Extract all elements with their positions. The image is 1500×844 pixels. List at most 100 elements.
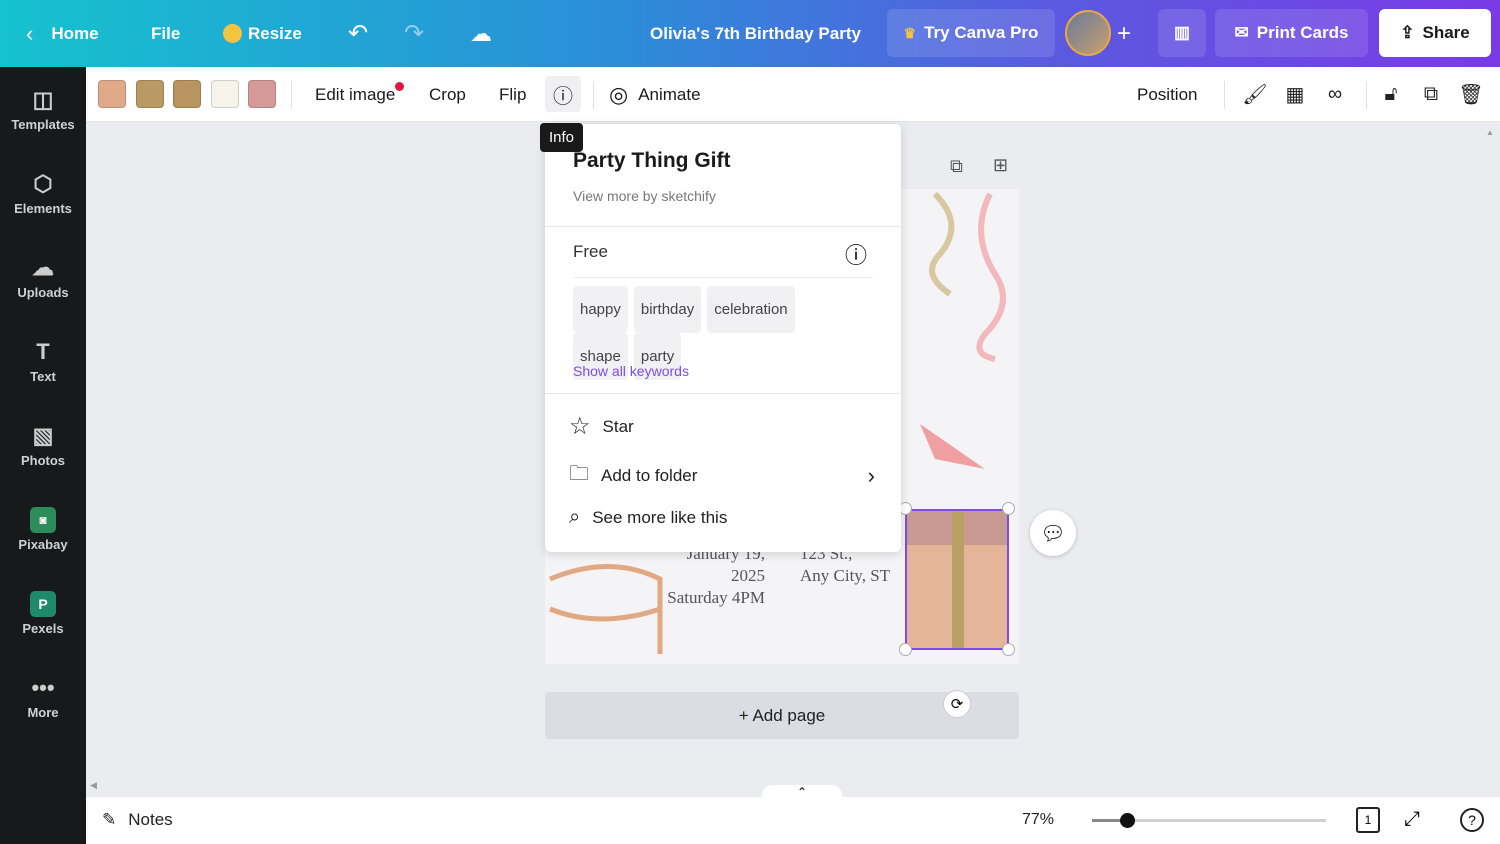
resize-handle[interactable] bbox=[1002, 643, 1015, 656]
show-all-keywords-link[interactable]: Show all keywords bbox=[573, 363, 689, 379]
try-pro-button[interactable]: ♛ Try Canva Pro bbox=[887, 9, 1055, 57]
sidebar-item-photos[interactable]: ▧ Photos bbox=[0, 423, 86, 468]
label: Uploads bbox=[17, 285, 69, 300]
label: Text bbox=[30, 369, 56, 384]
share-button[interactable]: ⇪ Share bbox=[1379, 9, 1491, 57]
info-tooltip: Info bbox=[540, 123, 584, 152]
label: Elements bbox=[14, 201, 72, 216]
share-label: Share bbox=[1422, 23, 1470, 42]
edit-image-label: Edit image bbox=[315, 84, 396, 104]
link-icon[interactable]: ∞ bbox=[1322, 81, 1348, 107]
sidebar-item-more[interactable]: ••• More bbox=[0, 675, 86, 720]
divider bbox=[545, 393, 901, 394]
edit-image-button[interactable]: Edit image bbox=[315, 67, 405, 122]
templates-icon: ◫ bbox=[32, 87, 54, 112]
animate-button[interactable]: ◎ Animate bbox=[609, 67, 701, 122]
label: Photos bbox=[20, 453, 66, 468]
creator-link[interactable]: View more by sketchify bbox=[573, 188, 716, 204]
keyword-tag[interactable]: birthday bbox=[633, 286, 702, 333]
unlock-icon[interactable]: 🔓︎ bbox=[1378, 81, 1404, 107]
color-swatch[interactable] bbox=[211, 80, 239, 108]
time-line: Saturday 4PM bbox=[667, 588, 765, 607]
print-cards-button[interactable]: ✉ Print Cards bbox=[1215, 9, 1368, 57]
print-label: Print Cards bbox=[1256, 23, 1349, 42]
trash-icon[interactable]: 🗑︎ bbox=[1458, 81, 1484, 107]
help-icon[interactable]: ? bbox=[1460, 808, 1484, 832]
label: Pixabay bbox=[18, 537, 68, 552]
divider bbox=[291, 81, 292, 109]
cake bbox=[549, 564, 663, 654]
animate-icon: ◎ bbox=[609, 81, 629, 107]
animate-label: Animate bbox=[638, 84, 701, 104]
zoom-slider-handle[interactable] bbox=[1120, 813, 1136, 828]
comment-button[interactable]: 💬︎ bbox=[1030, 510, 1076, 556]
keyword-tag[interactable]: celebration bbox=[707, 286, 795, 333]
notes-icon: ✎ bbox=[102, 810, 117, 829]
crop-button[interactable]: Crop bbox=[429, 67, 466, 122]
divider bbox=[573, 277, 873, 278]
label: Templates bbox=[11, 117, 75, 132]
try-pro-label: Try Canva Pro bbox=[924, 23, 1039, 42]
position-button[interactable]: Position bbox=[1137, 67, 1197, 122]
event-date[interactable]: January 19, 2025 Saturday 4PM bbox=[650, 543, 765, 609]
see-more-like-this-menu-item[interactable]: ⌕ See more like this bbox=[569, 506, 727, 529]
file-menu[interactable]: File bbox=[151, 0, 180, 67]
document-title[interactable]: Olivia's 7th Birthday Party bbox=[650, 0, 861, 67]
resize-handle[interactable] bbox=[899, 643, 912, 656]
text-icon: T bbox=[36, 339, 50, 364]
home-button[interactable]: ‹ Home bbox=[26, 0, 99, 67]
color-swatch[interactable] bbox=[173, 80, 201, 108]
sidebar: ◫ Templates ⬡ Elements ☁ Uploads T Text ▧ Pho… bbox=[0, 67, 86, 844]
elements-icon: ⬡ bbox=[33, 171, 53, 196]
color-swatch[interactable] bbox=[248, 80, 276, 108]
photos-icon: ▧ bbox=[32, 423, 54, 448]
sidebar-item-uploads[interactable]: ☁ Uploads bbox=[0, 255, 86, 300]
upload-cloud-icon: ☁ bbox=[32, 255, 54, 280]
search-icon: ⌕ bbox=[569, 506, 581, 528]
asset-title: Party Thing Gift bbox=[573, 149, 731, 172]
divider bbox=[1224, 81, 1225, 109]
label: Pexels bbox=[22, 621, 64, 636]
vertical-scrollbar[interactable]: ▲ bbox=[1486, 128, 1496, 773]
gift-box-element[interactable] bbox=[905, 509, 1009, 650]
zoom-slider[interactable] bbox=[1092, 813, 1326, 828]
show-pages-chevron[interactable]: ⌃ bbox=[762, 785, 842, 801]
star-menu-item[interactable]: ☆ Star bbox=[569, 412, 634, 441]
notes-button[interactable]: ✎ Notes bbox=[102, 810, 173, 830]
page-duplicate-icon[interactable]: ⧉ bbox=[950, 156, 963, 177]
chevron-left-icon: ‹ bbox=[26, 20, 34, 46]
fullscreen-icon[interactable]: ⤢ bbox=[1404, 808, 1420, 831]
sidebar-item-elements[interactable]: ⬡ Elements bbox=[0, 171, 86, 216]
label: More bbox=[27, 705, 59, 720]
zoom-percentage[interactable]: 77% bbox=[1022, 811, 1054, 829]
add-collaborator-icon[interactable]: + bbox=[1117, 0, 1131, 67]
flip-button[interactable]: Flip bbox=[499, 67, 526, 122]
resize-handle[interactable] bbox=[1002, 502, 1015, 515]
sidebar-item-templates[interactable]: ◫ Templates bbox=[0, 87, 86, 132]
page-add-icon[interactable]: ⊞ bbox=[993, 155, 1008, 176]
keyword-tag[interactable]: happy bbox=[573, 286, 628, 333]
insights-icon[interactable]: ▥ bbox=[1158, 9, 1206, 57]
license-info-icon[interactable]: ⓘ bbox=[845, 238, 867, 270]
color-swatch[interactable] bbox=[98, 80, 126, 108]
menu-label: Add to folder bbox=[601, 466, 698, 485]
more-icon: ••• bbox=[31, 675, 55, 700]
paint-roller-icon[interactable]: 🖌 bbox=[1242, 81, 1268, 107]
sidebar-item-pexels[interactable]: P Pexels bbox=[0, 591, 86, 636]
refresh-icon[interactable]: ⟳ bbox=[943, 690, 971, 718]
duplicate-icon[interactable]: ⧉ bbox=[1418, 81, 1444, 107]
transparency-icon[interactable]: ▦ bbox=[1282, 81, 1308, 107]
resize-button[interactable]: Resize bbox=[223, 0, 302, 67]
avatar[interactable] bbox=[1065, 10, 1111, 56]
cloud-saved-icon[interactable]: ☁ bbox=[470, 0, 492, 67]
redo-icon[interactable]: ↷ bbox=[404, 0, 424, 67]
sidebar-item-text[interactable]: T Text bbox=[0, 339, 86, 384]
info-icon[interactable]: ⓘ bbox=[545, 76, 581, 112]
add-to-folder-menu-item[interactable]: 🗀 Add to folder › bbox=[569, 459, 875, 493]
info-popover: Party Thing Gift View more by sketchify … bbox=[545, 124, 901, 552]
color-swatch[interactable] bbox=[136, 80, 164, 108]
undo-icon[interactable]: ↶ bbox=[348, 0, 368, 67]
sidebar-item-pixabay[interactable]: ◙ Pixabay bbox=[0, 507, 86, 552]
resize-label: Resize bbox=[248, 23, 302, 43]
page-count-button[interactable]: 1 bbox=[1356, 807, 1380, 833]
